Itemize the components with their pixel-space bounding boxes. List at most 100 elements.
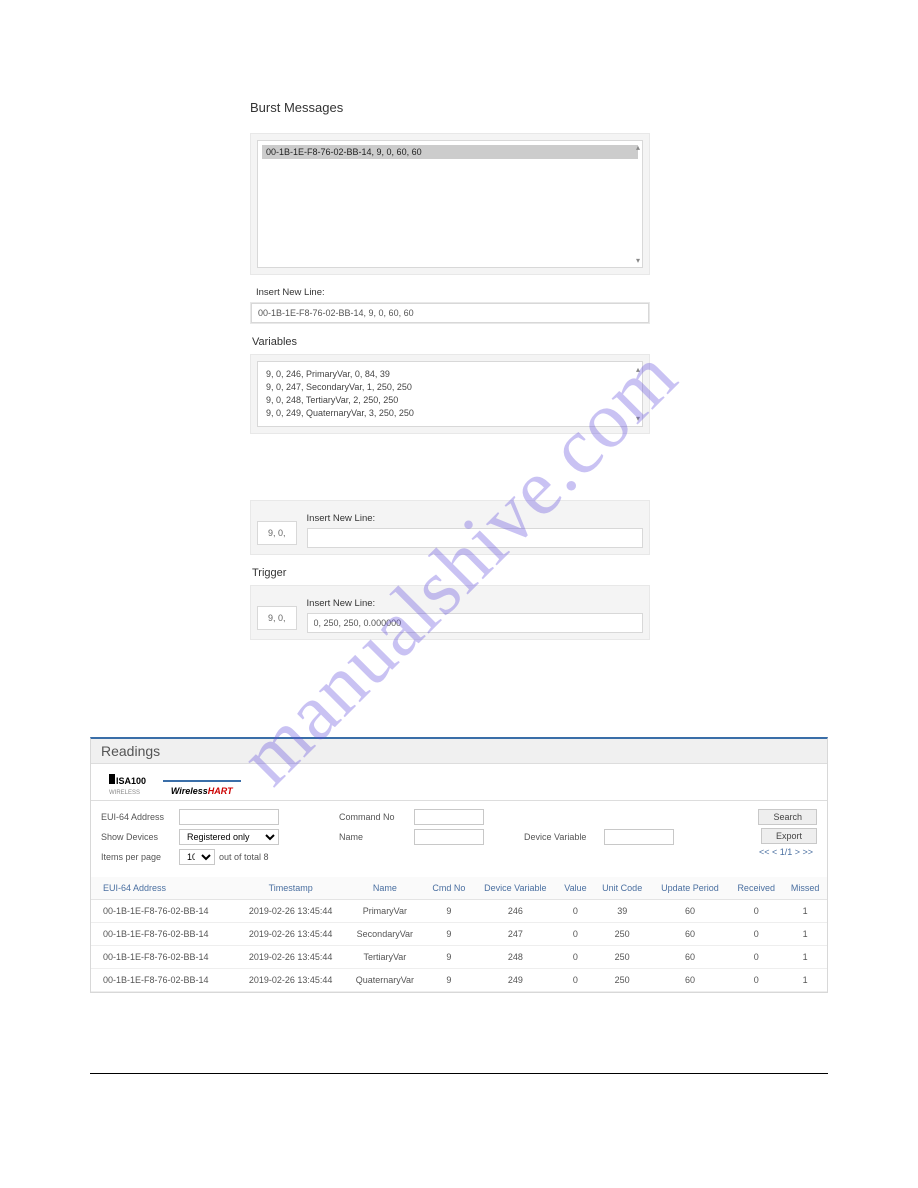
- cell-cmd: 9: [424, 900, 473, 923]
- devvar-label: Device Variable: [524, 832, 604, 842]
- cell-ts: 2019-02-26 13:45:44: [236, 900, 345, 923]
- cell-dv: 247: [473, 923, 557, 946]
- scroll-down-icon[interactable]: ▾: [636, 256, 640, 265]
- table-row[interactable]: 00-1B-1E-F8-76-02-BB-142019-02-26 13:45:…: [91, 900, 827, 923]
- show-select[interactable]: Registered only: [179, 829, 279, 845]
- col-val[interactable]: Value: [557, 877, 593, 900]
- cell-name: TertiaryVar: [345, 946, 424, 969]
- col-recv[interactable]: Received: [729, 877, 783, 900]
- variables-line: 9, 0, 248, TertiaryVar, 2, 250, 250: [266, 394, 634, 407]
- col-cmd[interactable]: Cmd No: [424, 877, 473, 900]
- cell-cmd: 9: [424, 923, 473, 946]
- cell-name: SecondaryVar: [345, 923, 424, 946]
- readings-title: Readings: [91, 739, 827, 764]
- cell-eui: 00-1B-1E-F8-76-02-BB-14: [91, 900, 236, 923]
- cell-upd: 60: [651, 946, 729, 969]
- burst-insert-label: Insert New Line:: [256, 287, 650, 298]
- cell-eui: 00-1B-1E-F8-76-02-BB-14: [91, 923, 236, 946]
- col-dv[interactable]: Device Variable: [473, 877, 557, 900]
- burst-title: Burst Messages: [250, 100, 650, 115]
- cell-miss: 1: [783, 969, 827, 992]
- cell-dv: 246: [473, 900, 557, 923]
- cell-unit: 250: [594, 969, 651, 992]
- variables-insert-panel: 9, 0, Insert New Line:: [250, 500, 650, 555]
- eui-input[interactable]: [179, 809, 279, 825]
- scroll-down-icon[interactable]: ▾: [636, 413, 640, 425]
- variables-insert-label: Insert New Line:: [307, 513, 643, 524]
- cell-miss: 1: [783, 946, 827, 969]
- cell-ts: 2019-02-26 13:45:44: [236, 923, 345, 946]
- items-select[interactable]: 10: [179, 849, 215, 865]
- col-eui[interactable]: EUI-64 Address: [91, 877, 236, 900]
- col-name[interactable]: Name: [345, 877, 424, 900]
- cell-miss: 1: [783, 900, 827, 923]
- tab-isa100[interactable]: ISA100 WIRELESS: [101, 770, 154, 800]
- variables-panel: ▴ 9, 0, 246, PrimaryVar, 0, 84, 39 9, 0,…: [250, 354, 650, 434]
- eui-label: EUI-64 Address: [101, 812, 179, 822]
- cell-name: PrimaryVar: [345, 900, 424, 923]
- cell-unit: 39: [594, 900, 651, 923]
- readings-table: EUI-64 Address Timestamp Name Cmd No Dev…: [91, 877, 827, 992]
- cell-recv: 0: [729, 946, 783, 969]
- variables-line: 9, 0, 247, SecondaryVar, 1, 250, 250: [266, 381, 634, 394]
- name-label: Name: [339, 832, 414, 842]
- table-row[interactable]: 00-1B-1E-F8-76-02-BB-142019-02-26 13:45:…: [91, 923, 827, 946]
- cell-miss: 1: [783, 923, 827, 946]
- scroll-up-icon[interactable]: ▴: [636, 364, 640, 376]
- cell-eui: 00-1B-1E-F8-76-02-BB-14: [91, 946, 236, 969]
- trigger-insert-input[interactable]: [307, 613, 643, 633]
- scroll-up-icon[interactable]: ▴: [636, 143, 640, 152]
- trigger-title: Trigger: [252, 567, 650, 579]
- cell-cmd: 9: [424, 969, 473, 992]
- variables-insert-input[interactable]: [307, 528, 643, 548]
- cell-dv: 249: [473, 969, 557, 992]
- col-ts[interactable]: Timestamp: [236, 877, 345, 900]
- footer-rule: [90, 1073, 828, 1074]
- cell-upd: 60: [651, 969, 729, 992]
- tab-wirelesshart[interactable]: WirelessHART: [163, 782, 241, 800]
- cell-eui: 00-1B-1E-F8-76-02-BB-14: [91, 969, 236, 992]
- variables-line: 9, 0, 249, QuaternaryVar, 3, 250, 250: [266, 407, 634, 420]
- cell-cmd: 9: [424, 946, 473, 969]
- cell-ts: 2019-02-26 13:45:44: [236, 946, 345, 969]
- variables-title: Variables: [252, 336, 650, 348]
- export-button[interactable]: Export: [761, 828, 817, 844]
- trigger-panel: 9, 0, Insert New Line:: [250, 585, 650, 640]
- cell-val: 0: [557, 946, 593, 969]
- variables-list[interactable]: ▴ 9, 0, 246, PrimaryVar, 0, 84, 39 9, 0,…: [257, 361, 643, 427]
- burst-insert-input[interactable]: [251, 303, 649, 323]
- cell-val: 0: [557, 969, 593, 992]
- cell-upd: 60: [651, 900, 729, 923]
- cell-upd: 60: [651, 923, 729, 946]
- col-miss[interactable]: Missed: [783, 877, 827, 900]
- cell-dv: 248: [473, 946, 557, 969]
- cmd-input[interactable]: [414, 809, 484, 825]
- col-upd[interactable]: Update Period: [651, 877, 729, 900]
- cell-name: QuaternaryVar: [345, 969, 424, 992]
- show-label: Show Devices: [101, 832, 179, 842]
- variables-line: 9, 0, 246, PrimaryVar, 0, 84, 39: [266, 368, 634, 381]
- cell-recv: 0: [729, 900, 783, 923]
- cell-unit: 250: [594, 923, 651, 946]
- devvar-input[interactable]: [604, 829, 674, 845]
- readings-tabs: ISA100 WIRELESS WirelessHART: [91, 764, 827, 801]
- pager[interactable]: << < 1/1 > >>: [759, 847, 817, 857]
- table-row[interactable]: 00-1B-1E-F8-76-02-BB-142019-02-26 13:45:…: [91, 969, 827, 992]
- items-label: Items per page: [101, 852, 179, 862]
- cell-val: 0: [557, 900, 593, 923]
- readings-panel: Readings ISA100 WIRELESS WirelessHART EU…: [90, 737, 828, 993]
- variables-prefix: 9, 0,: [257, 521, 297, 545]
- items-suffix: out of total 8: [219, 852, 269, 862]
- burst-selected-line[interactable]: 00-1B-1E-F8-76-02-BB-14, 9, 0, 60, 60: [262, 145, 638, 159]
- name-input[interactable]: [414, 829, 484, 845]
- table-row[interactable]: 00-1B-1E-F8-76-02-BB-142019-02-26 13:45:…: [91, 946, 827, 969]
- col-unit[interactable]: Unit Code: [594, 877, 651, 900]
- cell-recv: 0: [729, 923, 783, 946]
- cell-recv: 0: [729, 969, 783, 992]
- cell-unit: 250: [594, 946, 651, 969]
- search-button[interactable]: Search: [758, 809, 817, 825]
- cell-ts: 2019-02-26 13:45:44: [236, 969, 345, 992]
- trigger-prefix: 9, 0,: [257, 606, 297, 630]
- cmd-label: Command No: [339, 812, 414, 822]
- burst-list-box[interactable]: ▴ 00-1B-1E-F8-76-02-BB-14, 9, 0, 60, 60 …: [257, 140, 643, 268]
